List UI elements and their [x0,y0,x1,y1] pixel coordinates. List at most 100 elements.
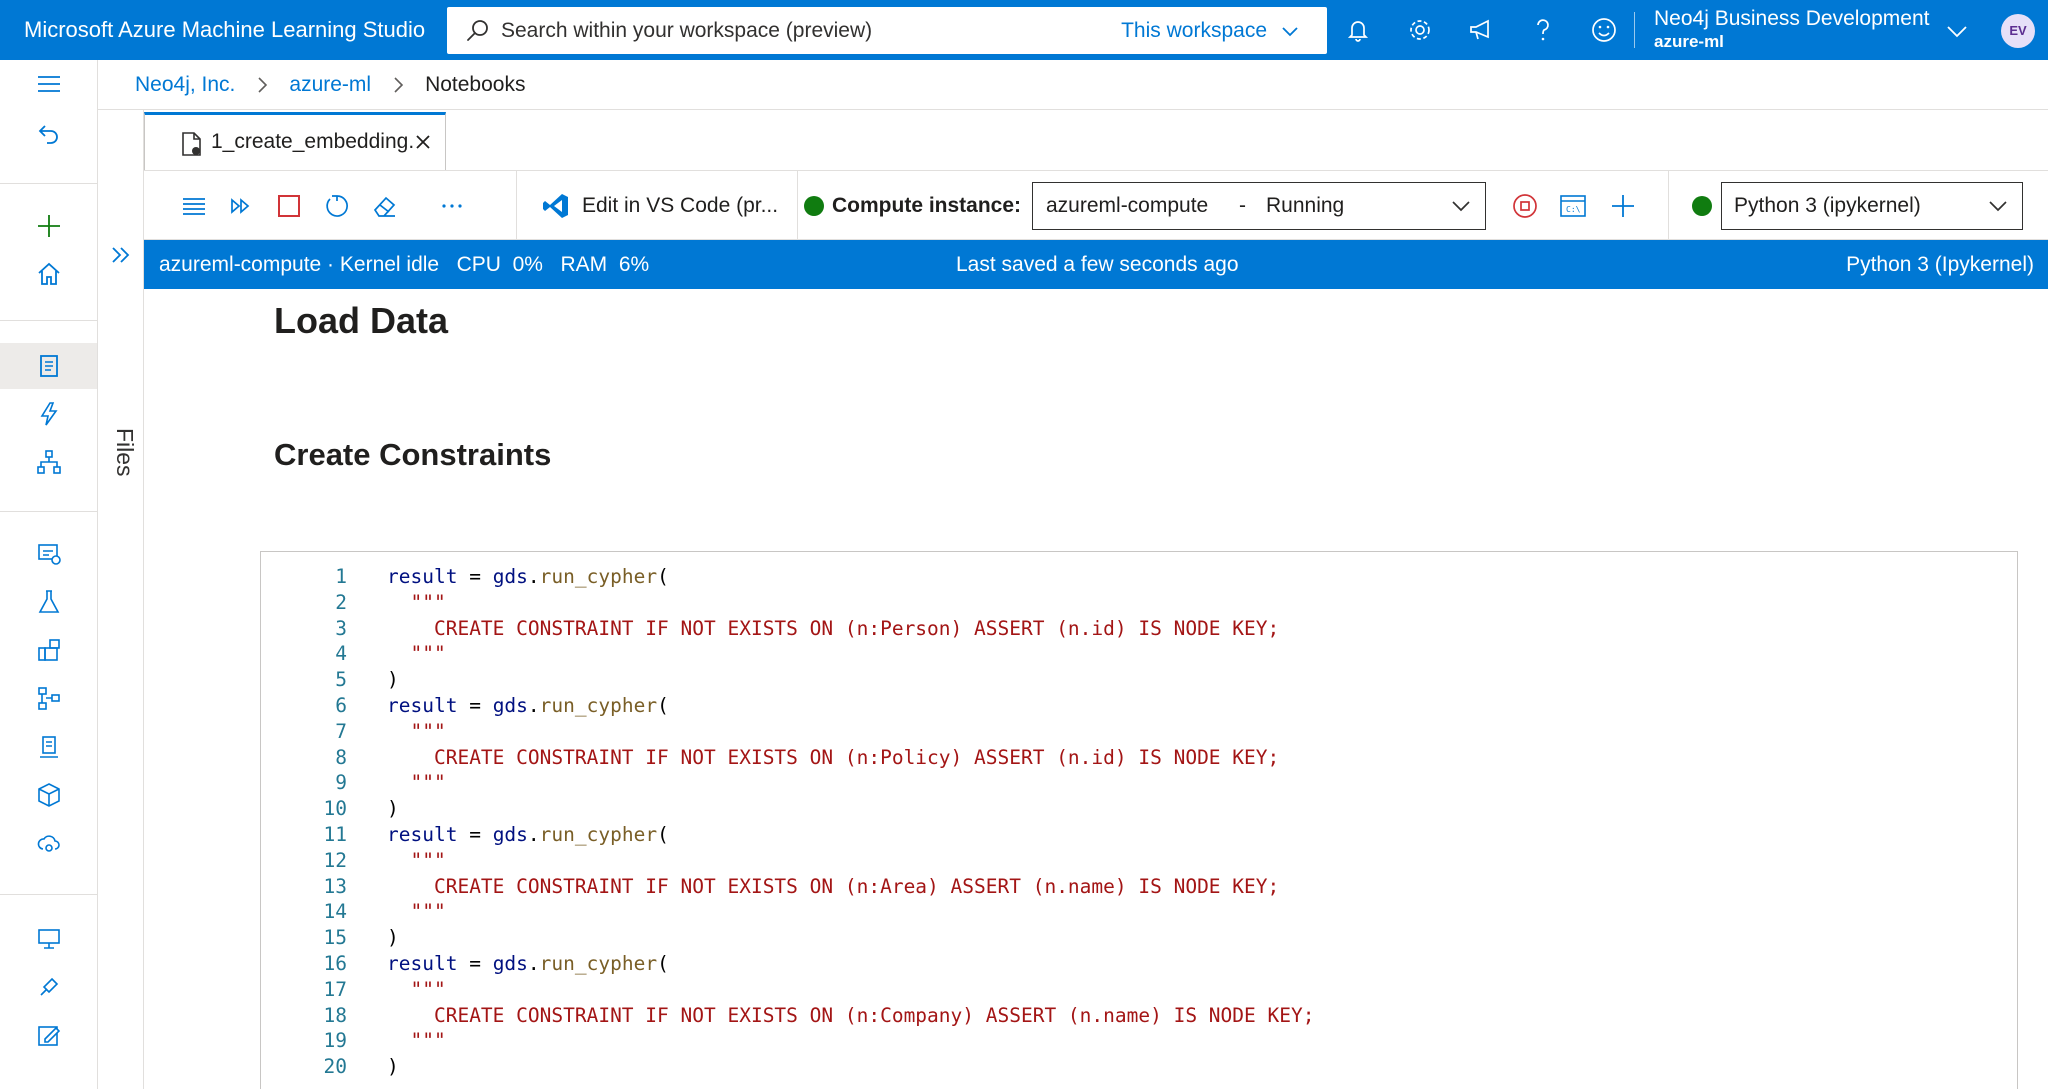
code-line[interactable]: 3 CREATE CONSTRAINT IF NOT EXISTS ON (n:… [261,616,2011,642]
edit-icon [37,1026,60,1046]
search-icon [467,20,488,41]
create-new-button[interactable] [0,203,97,249]
code-line[interactable]: 16 result = gds.run_cypher( [261,951,2011,977]
code-line[interactable]: 8 CREATE CONSTRAINT IF NOT EXISTS ON (n:… [261,745,2011,771]
run-all-icon[interactable] [228,192,256,220]
nav-home[interactable] [0,251,97,297]
close-icon[interactable] [413,132,433,152]
nav-components[interactable] [0,627,97,673]
nav-compute[interactable] [0,916,97,962]
breadcrumb-workspace[interactable]: azure-ml [289,73,371,97]
code-line[interactable]: 20) [261,1054,2011,1080]
environment-icon [39,736,58,758]
code-line[interactable]: 14 """ [261,899,2011,925]
top-divider [1634,12,1635,48]
avatar[interactable]: EV [2001,14,2035,48]
code-line[interactable]: 7 """ [261,719,2011,745]
undo-arrow-icon [38,125,58,144]
help-icon[interactable] [1528,15,1558,45]
app-title[interactable]: Microsoft Azure Machine Learning Studio [24,0,425,60]
code-line[interactable]: 4 """ [261,641,2011,667]
nav-data[interactable] [0,531,97,577]
kernel-status-dot [1692,196,1712,216]
compute-instance-select[interactable]: azureml-compute - Running [1032,182,1486,230]
code-text: CREATE CONSTRAINT IF NOT EXISTS ON (n:Pe… [433,616,1280,640]
kernel-type-text[interactable]: Python 3 (Ipykernel) [1846,240,2034,289]
stop-compute-icon[interactable] [1511,192,1539,220]
code-line[interactable]: 6 result = gds.run_cypher( [261,693,2011,719]
code-line[interactable]: 5) [261,667,2011,693]
outline-list-icon[interactable] [180,192,208,220]
scope-dropdown[interactable]: This workspace [1121,7,1299,54]
code-text: result = gds.run_cypher( [387,565,669,588]
bell-icon[interactable] [1343,15,1373,45]
feedback-smiley-icon[interactable] [1589,15,1619,45]
compute-instance-label: Compute instance: [832,194,1022,217]
nav-pipelines[interactable] [0,675,97,721]
line-number: 2 [335,590,347,614]
back-button[interactable] [0,110,97,156]
code-line[interactable]: 11 result = gds.run_cypher( [261,822,2011,848]
nav-designer[interactable] [0,439,97,485]
stop-icon[interactable] [275,192,303,220]
code-line[interactable]: 12 """ [261,848,2011,874]
code-line[interactable]: 9 """ [261,770,2011,796]
code-line[interactable]: 19 """ [261,1028,2011,1054]
account-menu[interactable]: Neo4j Business Development azure-ml [1654,6,1954,54]
code-text: """ [410,900,446,924]
code-line[interactable]: 18 CREATE CONSTRAINT IF NOT EXISTS ON (n… [261,1003,2011,1029]
files-pane-label[interactable]: Files [108,428,138,477]
chevron-down-icon[interactable] [1946,20,1968,42]
tab-notebook-file[interactable]: 1_create_embedding. [144,112,446,170]
terminal-icon[interactable]: C:\ [1559,192,1587,220]
restart-icon[interactable] [323,192,351,220]
code-line[interactable]: 2 """ [261,590,2011,616]
gear-icon[interactable] [1405,15,1435,45]
hamburger-menu-button[interactable] [0,61,97,107]
nav-linked-services[interactable] [0,964,97,1010]
notebook-toolbar: Edit in VS Code (pr... Compute instance:… [144,170,2048,241]
code-text: ) [387,1055,399,1079]
nav-divider [0,894,97,895]
more-options-icon[interactable] [438,192,466,220]
breadcrumb: Neo4j, Inc. azure-ml Notebooks [98,60,2048,110]
code-line[interactable]: 13 CREATE CONSTRAINT IF NOT EXISTS ON (n… [261,874,2011,900]
line-number: 8 [335,745,347,769]
data-icon [37,544,61,565]
line-number: 7 [335,719,347,743]
code-line[interactable]: 17 """ [261,977,2011,1003]
kernel-select[interactable]: Python 3 (ipykernel) [1721,182,2023,230]
line-number: 9 [335,771,347,795]
nav-data-labeling[interactable] [0,1012,97,1058]
eraser-icon[interactable] [371,192,399,220]
nav-jobs[interactable] [0,579,97,625]
search-input[interactable] [501,7,1061,54]
breadcrumb-org[interactable]: Neo4j, Inc. [135,73,235,97]
line-number: 1 [335,565,347,588]
code-cell[interactable]: 1 result = gds.run_cypher(2 """ 3 CREATE C… [260,551,2018,1089]
nav-automated-ml[interactable] [0,391,97,437]
vscode-label: Edit in VS Code (pr... [582,194,779,217]
add-compute-icon[interactable] [1609,192,1637,220]
nav-endpoints[interactable] [0,820,97,866]
notebook-file-icon [182,132,201,156]
search-box[interactable]: This workspace [447,7,1327,54]
code-text: result = gds.run_cypher( [387,952,669,975]
code-line[interactable]: 15) [261,925,2011,951]
code-text: ) [387,926,399,950]
expand-chevrons-icon[interactable] [108,242,134,268]
nav-notebooks[interactable] [0,343,97,389]
code-line[interactable]: 1 result = gds.run_cypher( [261,564,2011,590]
files-pane-collapsed: Files [98,110,144,1089]
nav-models[interactable] [0,772,97,818]
toolbar-divider [1668,171,1669,241]
cube-icon [37,783,60,807]
compute-state: Running [1266,194,1345,217]
top-bar: Microsoft Azure Machine Learning Studio … [0,0,2048,60]
nav-environments[interactable] [0,724,97,770]
link-plug-icon [39,977,58,996]
code-line[interactable]: 10) [261,796,2011,822]
pipeline-icon [37,687,60,710]
megaphone-icon[interactable] [1466,15,1496,45]
edit-in-vscode-button[interactable]: Edit in VS Code (pr... [542,171,778,241]
